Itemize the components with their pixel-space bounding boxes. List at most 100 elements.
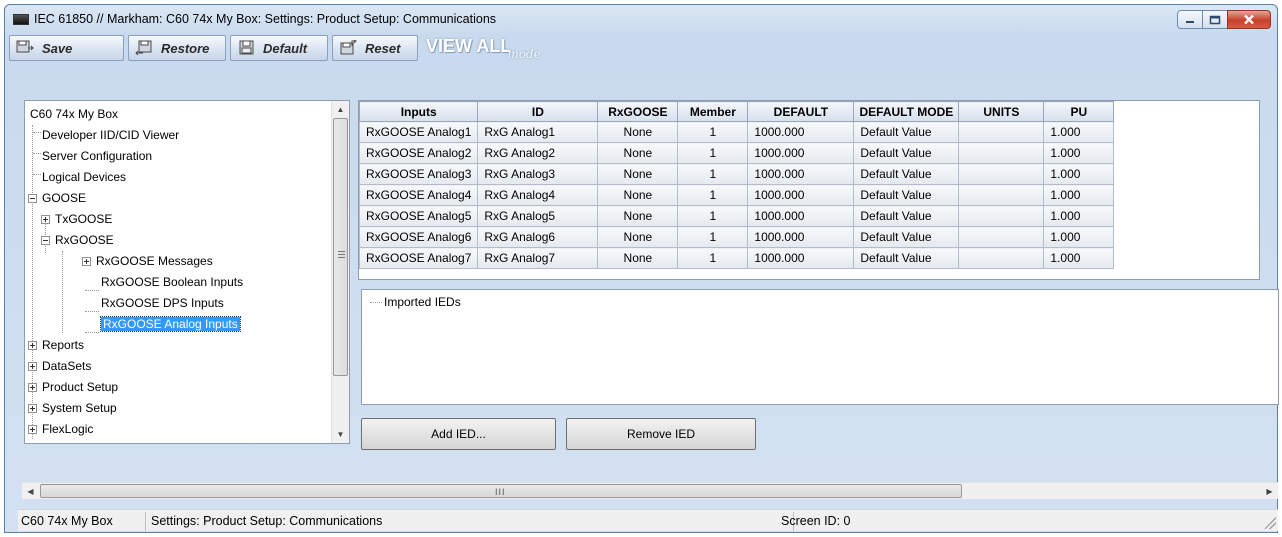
table-row[interactable]: RxGOOSE Analog4 RxG Analog4 None 1 1000.000 D… xyxy=(359,184,1115,206)
table-cell[interactable]: RxGOOSE Analog3 xyxy=(359,163,479,185)
table-cell[interactable]: RxGOOSE Analog2 xyxy=(359,142,479,164)
tree-item-developer-viewer[interactable]: Developer IID/CID Viewer xyxy=(42,125,179,146)
table-cell[interactable]: RxG Analog6 xyxy=(477,226,599,248)
table-cell[interactable]: RxGOOSE Analog7 xyxy=(359,247,479,269)
grid-column-header[interactable]: RxGOOSE xyxy=(597,101,679,122)
tree-item-rxgoose-analog-inputs[interactable]: RxGOOSE Analog Inputs xyxy=(100,314,241,335)
table-row[interactable]: RxGOOSE Analog7 RxG Analog7 None 1 1000.000 D… xyxy=(359,247,1115,269)
table-cell[interactable]: Default Value xyxy=(853,247,960,269)
scroll-thumb[interactable] xyxy=(333,118,348,376)
grid-column-header[interactable]: DEFAULT MODE xyxy=(853,101,960,122)
table-cell[interactable]: 1.000 xyxy=(1043,184,1115,206)
table-cell[interactable]: 1000.000 xyxy=(747,163,855,185)
table-cell[interactable]: 1.000 xyxy=(1043,205,1115,227)
table-cell[interactable]: RxGOOSE Analog6 xyxy=(359,226,479,248)
table-cell[interactable]: 1.000 xyxy=(1043,121,1115,143)
table-cell[interactable]: 1.000 xyxy=(1043,142,1115,164)
table-cell[interactable]: None xyxy=(597,121,679,143)
table-cell[interactable]: RxGOOSE Analog1 xyxy=(359,121,479,143)
table-cell[interactable]: 1 xyxy=(677,163,749,185)
table-cell[interactable]: 1000.000 xyxy=(747,247,855,269)
expand-icon[interactable] xyxy=(28,341,37,350)
tree-item-rxgoose-messages[interactable]: RxGOOSE Messages xyxy=(96,251,213,272)
table-cell[interactable]: 1000.000 xyxy=(747,121,855,143)
table-cell[interactable]: RxGOOSE Analog4 xyxy=(359,184,479,206)
default-button[interactable]: Default xyxy=(230,35,328,61)
table-cell[interactable] xyxy=(958,184,1045,206)
table-cell[interactable] xyxy=(958,142,1045,164)
expand-icon[interactable] xyxy=(28,404,37,413)
grid-column-header[interactable]: ID xyxy=(477,101,599,122)
table-cell[interactable]: RxG Analog7 xyxy=(477,247,599,269)
resize-grip-icon[interactable] xyxy=(1264,517,1276,529)
table-cell[interactable]: 1000.000 xyxy=(747,205,855,227)
table-cell[interactable]: RxG Analog3 xyxy=(477,163,599,185)
scroll-right-icon[interactable]: ▶ xyxy=(1261,483,1278,500)
scroll-up-icon[interactable]: ▲ xyxy=(332,101,349,118)
tree-item-product-setup[interactable]: Product Setup xyxy=(42,377,118,398)
table-cell[interactable] xyxy=(958,163,1045,185)
minimize-button[interactable] xyxy=(1177,10,1203,29)
table-cell[interactable]: RxG Analog4 xyxy=(477,184,599,206)
table-cell[interactable]: None xyxy=(597,205,679,227)
tree-item-reports[interactable]: Reports xyxy=(42,335,84,356)
table-cell[interactable]: 1000.000 xyxy=(747,226,855,248)
table-cell[interactable] xyxy=(958,226,1045,248)
table-cell[interactable]: 1 xyxy=(677,121,749,143)
table-cell[interactable]: Default Value xyxy=(853,226,960,248)
table-cell[interactable]: 1 xyxy=(677,184,749,206)
grid-column-header[interactable]: PU xyxy=(1043,101,1115,122)
tree-item-logical-devices[interactable]: Logical Devices xyxy=(42,167,126,188)
tree-item-flexlogic[interactable]: FlexLogic xyxy=(42,419,93,440)
scroll-thumb[interactable]: III xyxy=(40,484,962,498)
table-row[interactable]: RxGOOSE Analog6 RxG Analog6 None 1 1000.000 D… xyxy=(359,226,1115,248)
imported-ieds-tree[interactable]: Imported IEDs xyxy=(361,289,1279,405)
tree-vertical-scrollbar[interactable]: ▲ ▼ xyxy=(331,101,349,443)
table-cell[interactable]: RxG Analog5 xyxy=(477,205,599,227)
table-row[interactable]: RxGOOSE Analog1 RxG Analog1 None 1 1000.000 D… xyxy=(359,121,1115,143)
settings-tree[interactable]: C60 74x My Box Developer IID/CID Viewer … xyxy=(24,100,350,444)
imported-ieds-node[interactable]: Imported IEDs xyxy=(384,295,461,309)
table-cell[interactable]: Default Value xyxy=(853,205,960,227)
table-cell[interactable]: 1 xyxy=(677,205,749,227)
tree-item-txgoose[interactable]: TxGOOSE xyxy=(55,209,112,230)
analog-inputs-grid[interactable]: Inputs ID RxGOOSE Member DEFAULT DEFAULT MODE… xyxy=(358,100,1260,280)
expand-icon[interactable] xyxy=(82,257,91,266)
table-cell[interactable]: 1000.000 xyxy=(747,184,855,206)
table-cell[interactable]: 1.000 xyxy=(1043,247,1115,269)
reset-button[interactable]: Reset xyxy=(332,35,418,61)
table-cell[interactable]: 1 xyxy=(677,247,749,269)
save-button[interactable]: Save xyxy=(9,35,124,61)
table-cell[interactable]: RxG Analog2 xyxy=(477,142,599,164)
table-cell[interactable]: Default Value xyxy=(853,121,960,143)
table-row[interactable]: RxGOOSE Analog3 RxG Analog3 None 1 1000.000 D… xyxy=(359,163,1115,185)
add-ied-button[interactable]: Add IED... xyxy=(361,418,556,450)
tree-item-rxgoose[interactable]: RxGOOSE xyxy=(55,230,114,251)
collapse-icon[interactable] xyxy=(28,194,37,203)
remove-ied-button[interactable]: Remove IED xyxy=(566,418,756,450)
table-row[interactable]: RxGOOSE Analog2 RxG Analog2 None 1 1000.000 D… xyxy=(359,142,1115,164)
table-cell[interactable]: None xyxy=(597,163,679,185)
scroll-down-icon[interactable]: ▼ xyxy=(332,426,349,443)
tree-item-rxgoose-dps-inputs[interactable]: RxGOOSE DPS Inputs xyxy=(101,293,224,314)
table-cell[interactable] xyxy=(958,247,1045,269)
scroll-left-icon[interactable]: ◀ xyxy=(22,483,39,500)
title-bar[interactable]: IEC 61850 // Markham: C60 74x My Box: Se… xyxy=(5,5,1277,35)
close-button[interactable] xyxy=(1227,10,1271,29)
tree-item-datasets[interactable]: DataSets xyxy=(42,356,91,377)
tree-item-rxgoose-boolean-inputs[interactable]: RxGOOSE Boolean Inputs xyxy=(101,272,243,293)
horizontal-scrollbar[interactable]: ◀ III ▶ xyxy=(22,482,1278,499)
maximize-button[interactable] xyxy=(1202,10,1228,29)
grid-column-header[interactable]: DEFAULT xyxy=(747,101,855,122)
collapse-icon[interactable] xyxy=(41,236,50,245)
expand-icon[interactable] xyxy=(28,383,37,392)
table-cell[interactable]: 1 xyxy=(677,142,749,164)
restore-button[interactable]: Restore xyxy=(128,35,226,61)
table-cell[interactable] xyxy=(958,205,1045,227)
table-cell[interactable]: Default Value xyxy=(853,142,960,164)
table-cell[interactable]: None xyxy=(597,247,679,269)
tree-item-server-configuration[interactable]: Server Configuration xyxy=(42,146,152,167)
expand-icon[interactable] xyxy=(41,215,50,224)
table-cell[interactable]: 1.000 xyxy=(1043,163,1115,185)
table-cell[interactable]: RxGOOSE Analog5 xyxy=(359,205,479,227)
